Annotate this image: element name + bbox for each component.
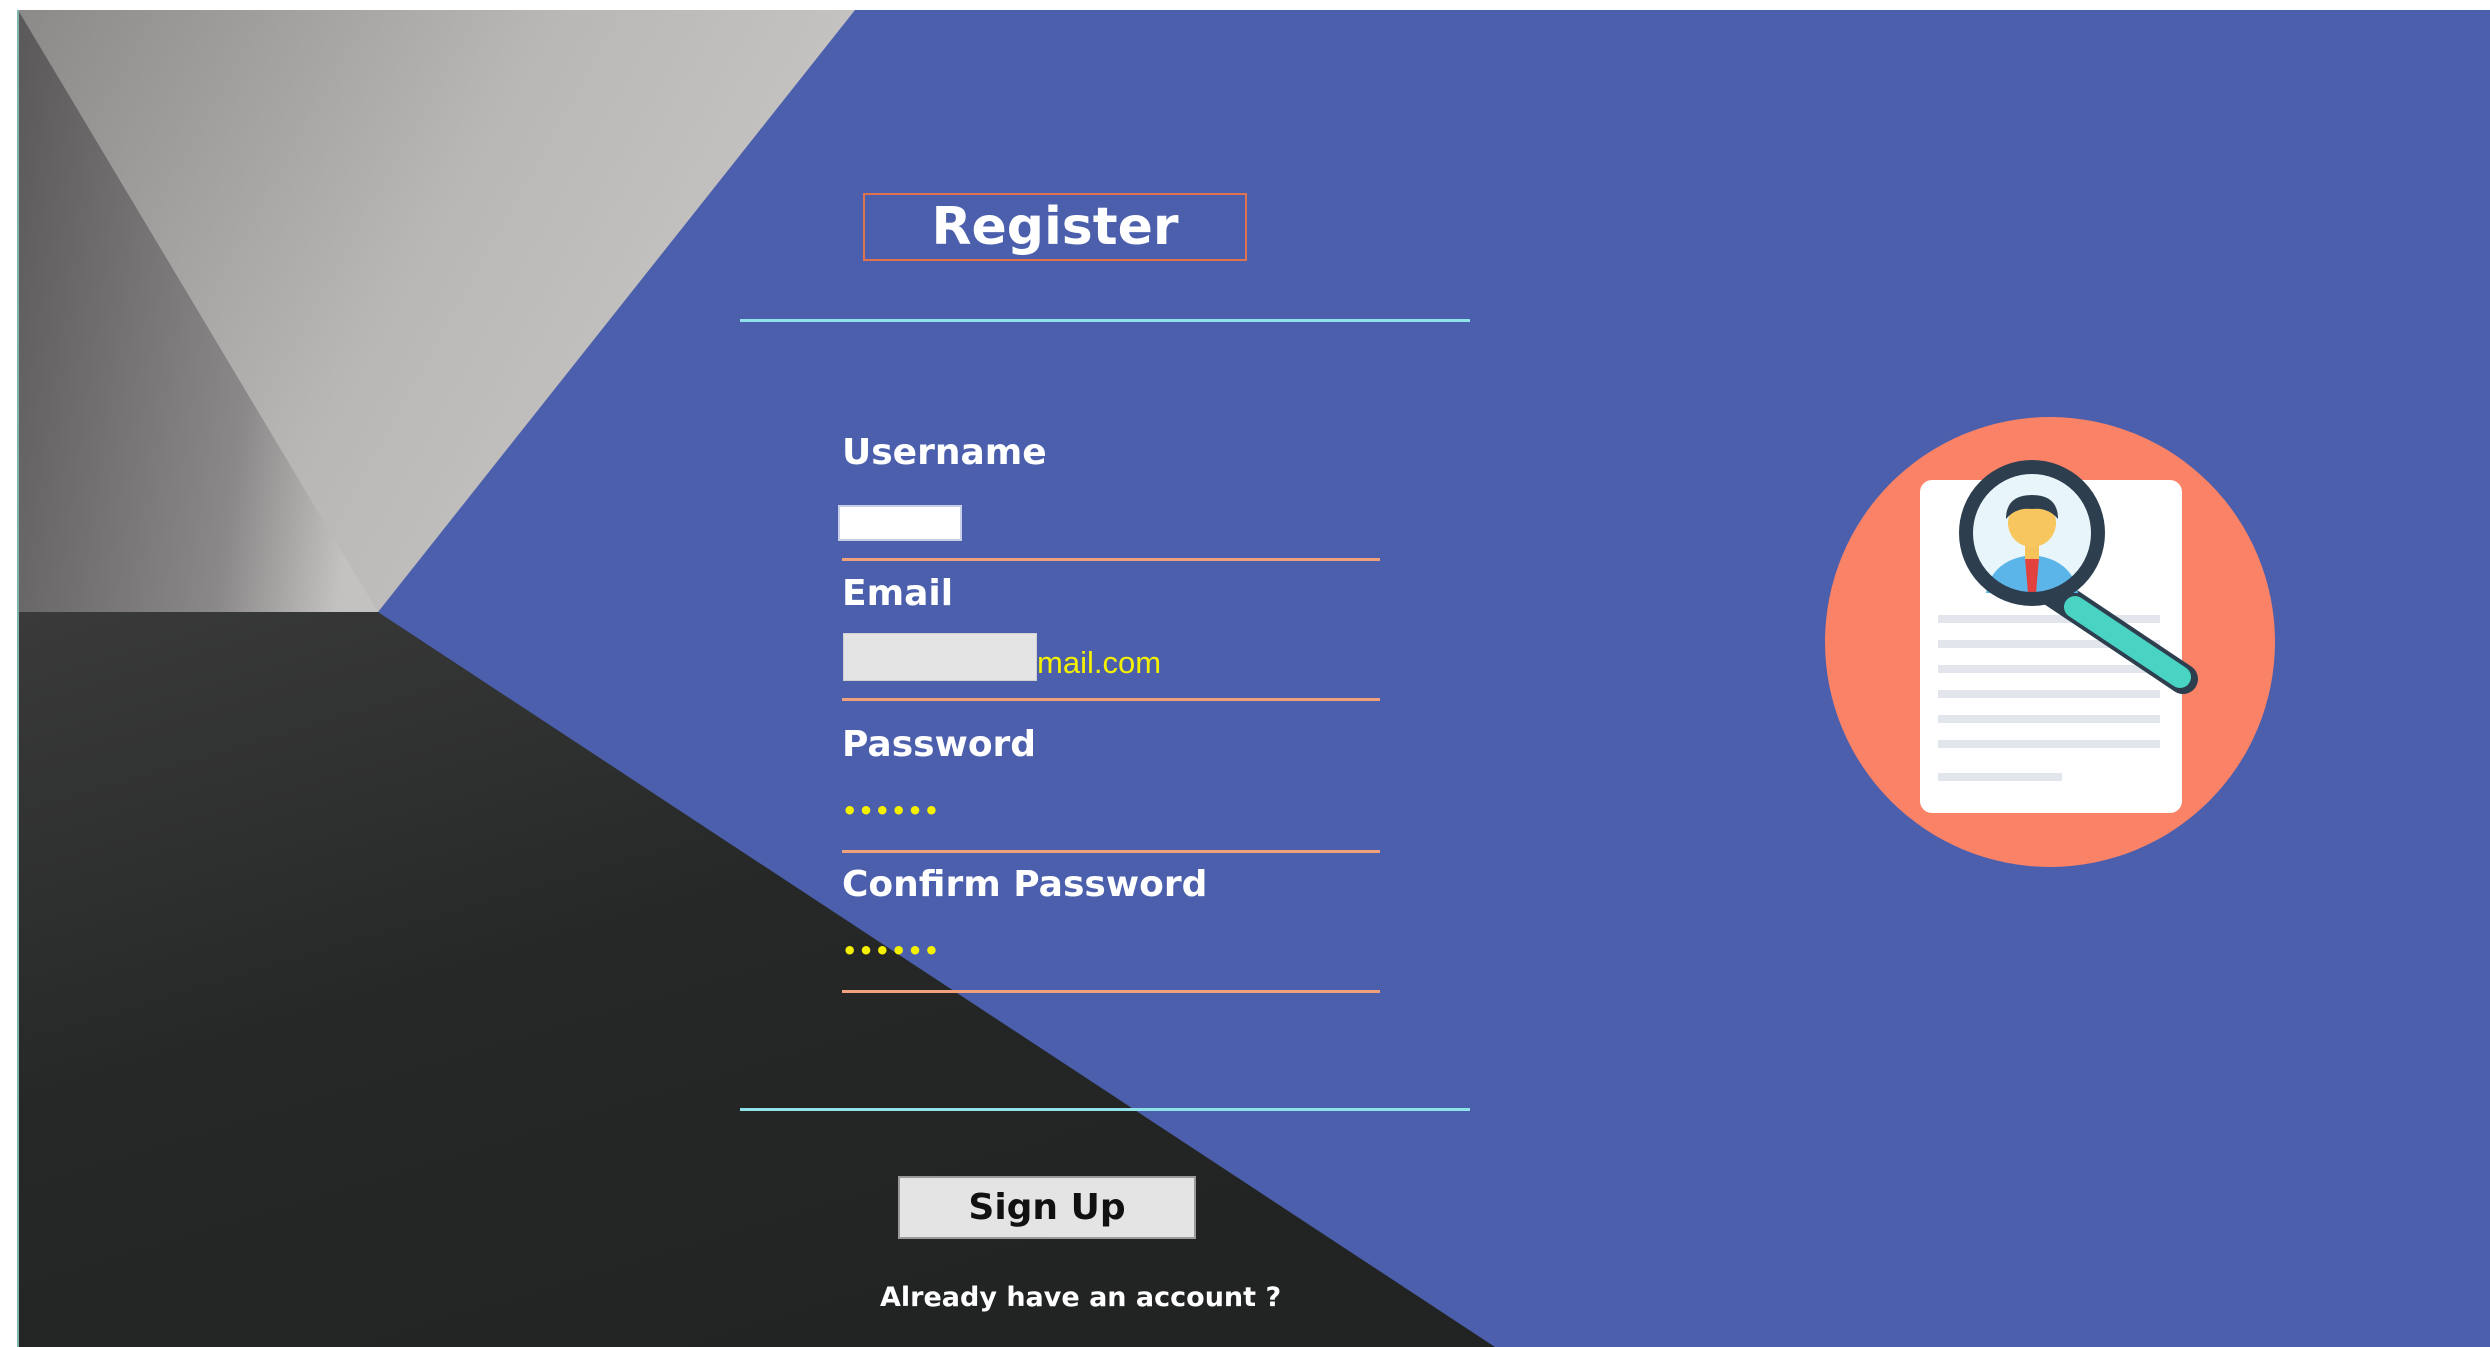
password-input[interactable]: ••••••	[842, 797, 940, 825]
password-underline	[842, 850, 1380, 853]
register-window: Register Username Email mail.com Passwor…	[0, 0, 2490, 1347]
login-link[interactable]: Already have an account ?	[880, 1282, 1281, 1313]
email-label: Email	[842, 573, 954, 614]
resume-search-icon	[1825, 417, 2275, 867]
username-input[interactable]	[838, 505, 962, 541]
top-divider	[740, 319, 1470, 322]
confirm-password-label: Confirm Password	[842, 864, 1208, 905]
sign-up-button[interactable]: Sign Up	[898, 1176, 1196, 1239]
password-label: Password	[842, 724, 1037, 765]
confirm-password-underline	[842, 990, 1380, 993]
username-label: Username	[842, 432, 1047, 473]
email-domain-suffix: mail.com	[1037, 645, 1162, 680]
bottom-divider	[740, 1108, 1470, 1111]
username-underline	[842, 558, 1380, 561]
email-underline	[842, 698, 1380, 701]
email-input[interactable]	[843, 633, 1037, 681]
register-title: Register	[863, 193, 1247, 261]
confirm-password-input[interactable]: ••••••	[842, 937, 940, 965]
